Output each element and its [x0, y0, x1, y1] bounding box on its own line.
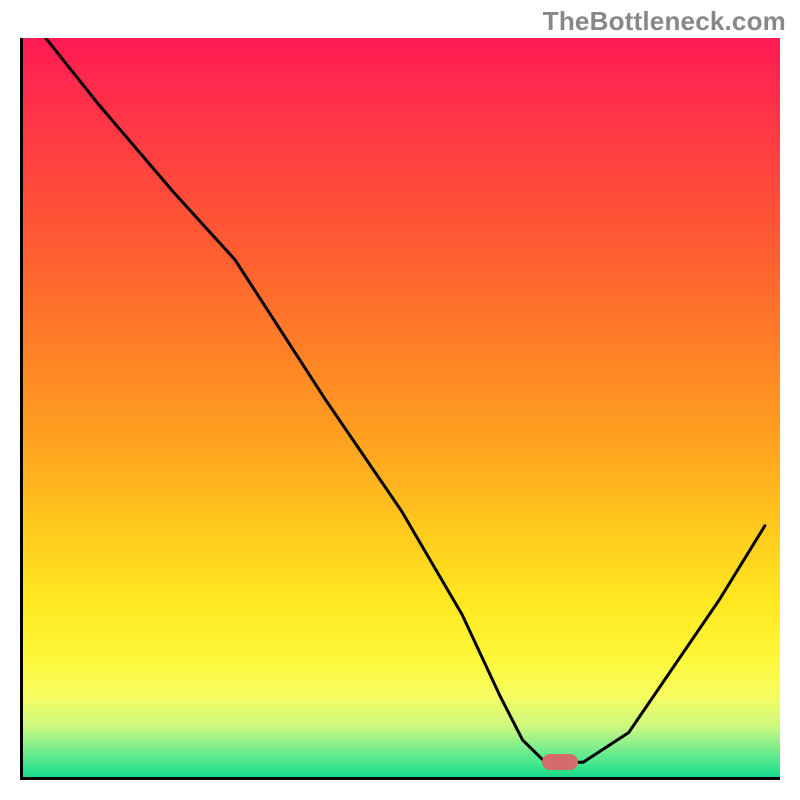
curve-path	[46, 38, 765, 762]
optimal-marker	[542, 754, 578, 770]
chart-container: TheBottleneck.com	[0, 0, 800, 800]
plot-area	[20, 38, 780, 780]
watermark-text: TheBottleneck.com	[543, 6, 786, 37]
line-series	[23, 38, 780, 777]
